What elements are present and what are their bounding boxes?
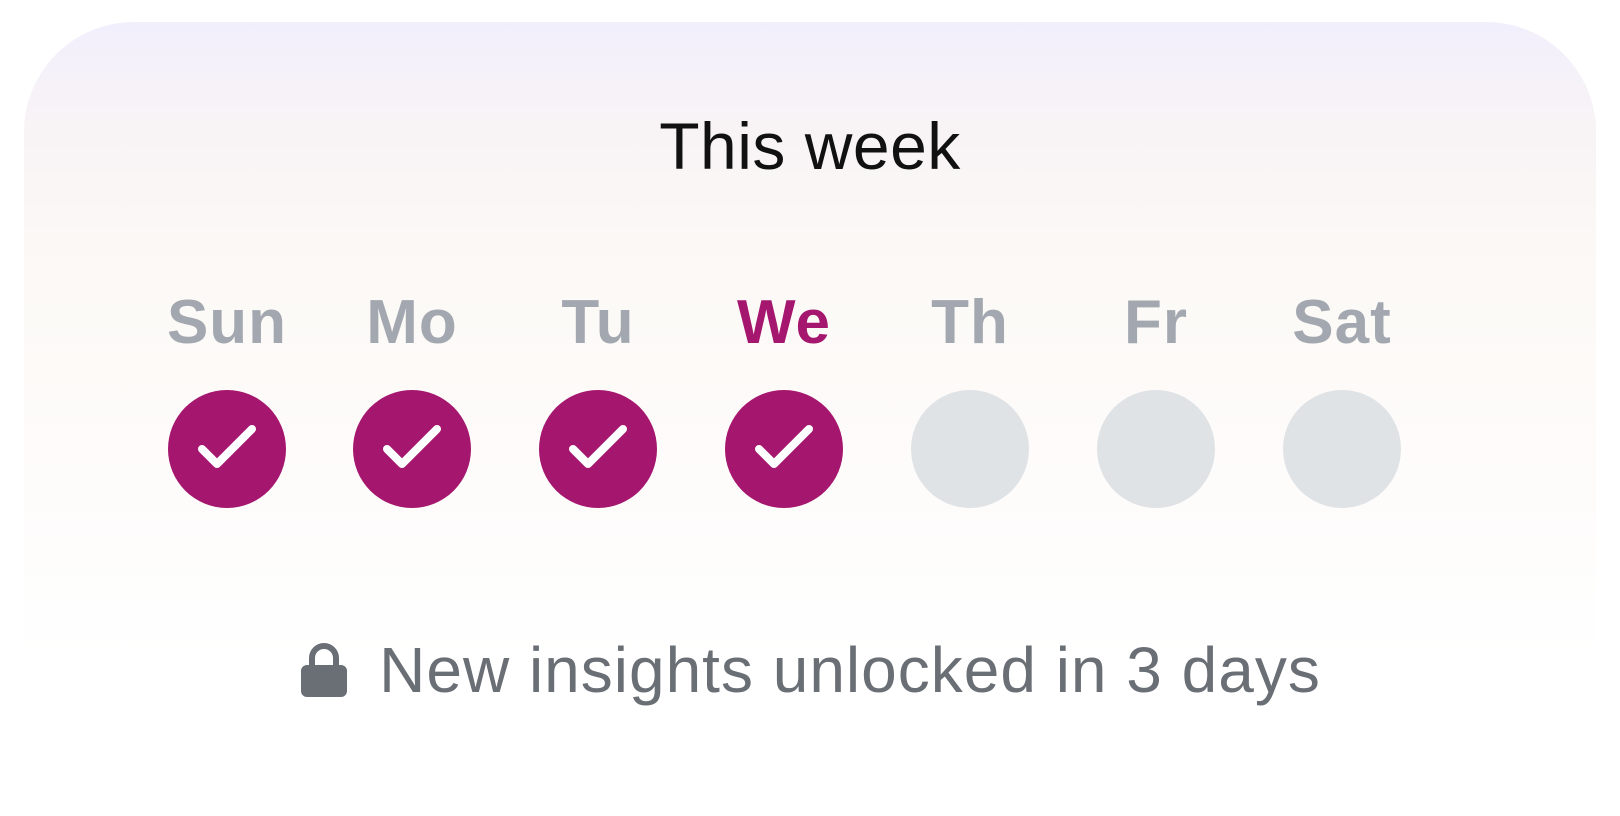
card-title: This week — [659, 109, 961, 183]
day-label: Tu — [561, 288, 635, 357]
day-we: We — [704, 288, 864, 508]
day-sun: Sun — [147, 288, 307, 508]
day-fr: Fr — [1076, 288, 1236, 508]
day-th: Th — [890, 288, 1050, 508]
day-label: Sun — [166, 288, 288, 357]
day-label: Mo — [366, 288, 458, 357]
unlock-notice-text: New insights unlocked in 3 days — [379, 634, 1321, 706]
day-sat: Sat — [1262, 288, 1422, 508]
day-status-dot — [1283, 390, 1401, 508]
day-label: We — [737, 288, 831, 357]
lock-icon — [301, 643, 348, 697]
check-icon — [198, 425, 256, 468]
check-icon — [755, 425, 813, 468]
day-status-dot — [168, 390, 286, 508]
day-status-dot — [1097, 390, 1215, 508]
unlock-notice: New insights unlocked in 3 days — [0, 630, 1620, 710]
day-status-dot — [911, 390, 1029, 508]
day-status-dot — [725, 390, 843, 508]
day-label: Th — [931, 288, 1009, 357]
day-label: Fr — [1124, 288, 1188, 357]
day-mo: Mo — [332, 288, 492, 508]
check-icon — [383, 425, 441, 468]
day-status-dot — [353, 390, 471, 508]
day-tu: Tu — [518, 288, 678, 508]
check-icon — [569, 425, 627, 468]
day-label: Sat — [1292, 288, 1392, 357]
day-status-dot — [539, 390, 657, 508]
